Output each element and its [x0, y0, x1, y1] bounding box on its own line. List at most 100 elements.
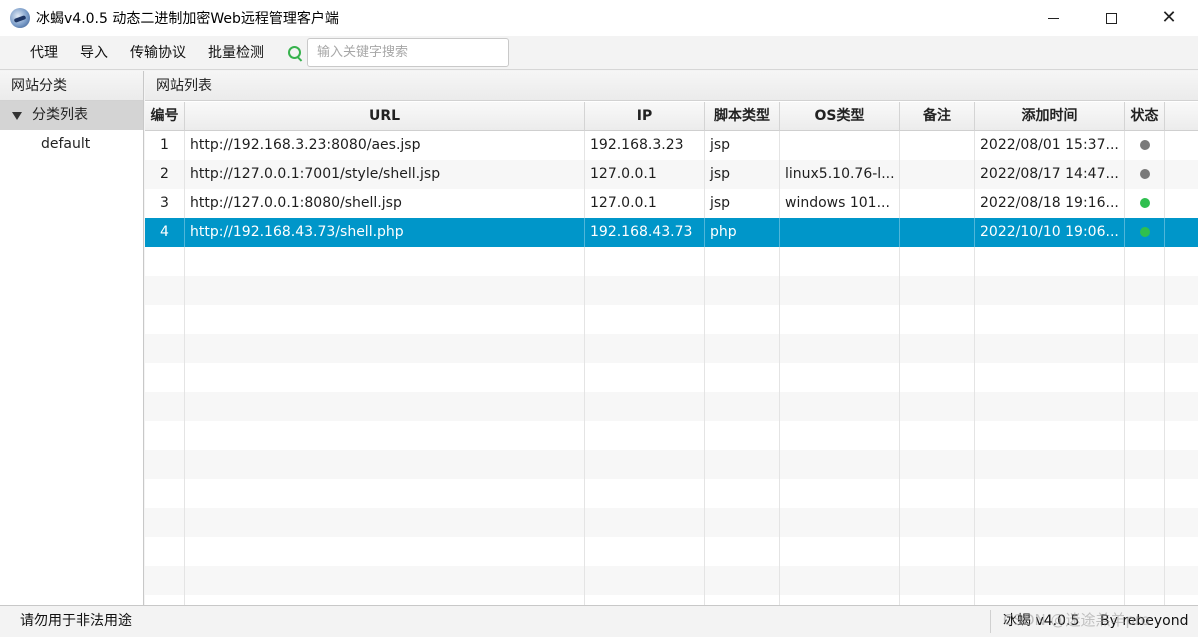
status-dot-icon: [1139, 140, 1150, 150]
empty-cell: [705, 334, 780, 363]
table-row[interactable]: 1 http://192.168.3.23:8080/aes.jsp 192.168…: [145, 131, 1198, 160]
empty-cell: [780, 421, 900, 450]
empty-cell: [585, 566, 705, 595]
cell-filler: [1165, 189, 1198, 218]
empty-cell: [780, 537, 900, 566]
empty-cell: [1165, 566, 1198, 595]
empty-cell: [705, 479, 780, 508]
empty-cell: [145, 537, 185, 566]
column-header-ip[interactable]: IP: [585, 102, 705, 131]
maximize-icon: [1105, 12, 1117, 24]
empty-cell: [585, 450, 705, 479]
empty-cell: [975, 392, 1125, 421]
cell-note: [900, 189, 975, 218]
empty-cell: [1165, 247, 1198, 276]
empty-cell: [900, 305, 975, 334]
cell-note: [900, 131, 975, 160]
menu-proxy[interactable]: 代理: [19, 36, 69, 70]
cell-url: http://127.0.0.1:8080/shell.jsp: [185, 189, 585, 218]
caret-down-icon[interactable]: [12, 111, 22, 120]
empty-table-row: [145, 421, 1198, 450]
empty-cell: [900, 247, 975, 276]
empty-table-row: [145, 363, 1198, 392]
cell-os-type: [780, 131, 900, 160]
empty-cell: [900, 421, 975, 450]
empty-table-row: [145, 595, 1198, 605]
empty-cell: [1125, 508, 1165, 537]
status-author: By rebeyond: [1100, 613, 1189, 629]
cell-ip: 192.168.43.73: [585, 218, 705, 247]
empty-cell: [1165, 392, 1198, 421]
status-divider: [990, 610, 991, 633]
column-header-url[interactable]: URL: [185, 102, 585, 131]
empty-cell: [900, 479, 975, 508]
empty-cell: [705, 276, 780, 305]
table-row[interactable]: 2 http://127.0.0.1:7001/style/shell.jsp 12…: [145, 160, 1198, 189]
cell-script-type: jsp: [705, 189, 780, 218]
column-header-status[interactable]: 状态: [1125, 102, 1165, 131]
category-panel: 网站分类 分类列表 default: [0, 71, 144, 605]
empty-cell: [185, 537, 585, 566]
table-row[interactable]: 3 http://127.0.0.1:8080/shell.jsp 127.0.0.…: [145, 189, 1198, 218]
minimize-icon: [1047, 17, 1059, 19]
tree-category-list[interactable]: 分类列表: [0, 101, 143, 130]
site-list-panel: 网站列表 编号 URL IP 脚本类型 OS类型 备注 添加时间 状态 1 htt…: [145, 71, 1198, 605]
empty-cell: [1125, 450, 1165, 479]
empty-cell: [1165, 305, 1198, 334]
tree-item-default[interactable]: default: [0, 130, 143, 159]
window-title: 冰蝎v4.0.5 动态二进制加密Web远程管理客户端: [36, 11, 339, 27]
empty-cell: [185, 276, 585, 305]
cell-filler: [1165, 131, 1198, 160]
cell-status: [1125, 131, 1165, 160]
empty-cell: [780, 479, 900, 508]
menu-batch-check[interactable]: 批量检测: [197, 36, 275, 70]
empty-cell: [705, 566, 780, 595]
empty-cell: [705, 595, 780, 605]
empty-cell: [1125, 363, 1165, 392]
cell-added-time: 2022/08/18 19:16...: [975, 189, 1125, 218]
empty-cell: [1165, 276, 1198, 305]
column-header-note[interactable]: 备注: [900, 102, 975, 131]
empty-cell: [900, 334, 975, 363]
empty-cell: [185, 305, 585, 334]
empty-cell: [585, 276, 705, 305]
site-table: 编号 URL IP 脚本类型 OS类型 备注 添加时间 状态 1 http://1…: [145, 102, 1198, 605]
column-header-os-type[interactable]: OS类型: [780, 102, 900, 131]
empty-cell: [585, 595, 705, 605]
empty-cell: [185, 421, 585, 450]
maximize-button[interactable]: [1082, 0, 1140, 36]
cell-number: 3: [145, 189, 185, 218]
empty-cell: [145, 276, 185, 305]
search-input[interactable]: [307, 38, 509, 67]
title-bar: 冰蝎v4.0.5 动态二进制加密Web远程管理客户端 ✕: [0, 0, 1198, 36]
empty-cell: [975, 450, 1125, 479]
cell-note: [900, 218, 975, 247]
minimize-button[interactable]: [1024, 0, 1082, 36]
column-header-added-time[interactable]: 添加时间: [975, 102, 1125, 131]
column-header-script-type[interactable]: 脚本类型: [705, 102, 780, 131]
empty-cell: [185, 508, 585, 537]
table-row[interactable]: 4 http://192.168.43.73/shell.php 192.168.4…: [145, 218, 1198, 247]
empty-cell: [780, 363, 900, 392]
empty-cell: [780, 276, 900, 305]
empty-cell: [585, 363, 705, 392]
menu-transport-protocol[interactable]: 传输协议: [119, 36, 197, 70]
cell-os-type: [780, 218, 900, 247]
table-header-row: 编号 URL IP 脚本类型 OS类型 备注 添加时间 状态: [145, 102, 1198, 131]
empty-cell: [780, 334, 900, 363]
empty-cell: [1125, 334, 1165, 363]
empty-cell: [705, 508, 780, 537]
empty-table-row: [145, 479, 1198, 508]
empty-cell: [705, 537, 780, 566]
cell-added-time: 2022/08/01 15:37...: [975, 131, 1125, 160]
empty-cell: [145, 566, 185, 595]
empty-table-row: [145, 508, 1198, 537]
empty-cell: [900, 392, 975, 421]
menu-import[interactable]: 导入: [69, 36, 119, 70]
empty-cell: [975, 595, 1125, 605]
cell-url: http://192.168.3.23:8080/aes.jsp: [185, 131, 585, 160]
empty-cell: [1125, 537, 1165, 566]
empty-cell: [705, 421, 780, 450]
close-button[interactable]: ✕: [1140, 0, 1198, 36]
column-header-number[interactable]: 编号: [145, 102, 185, 131]
